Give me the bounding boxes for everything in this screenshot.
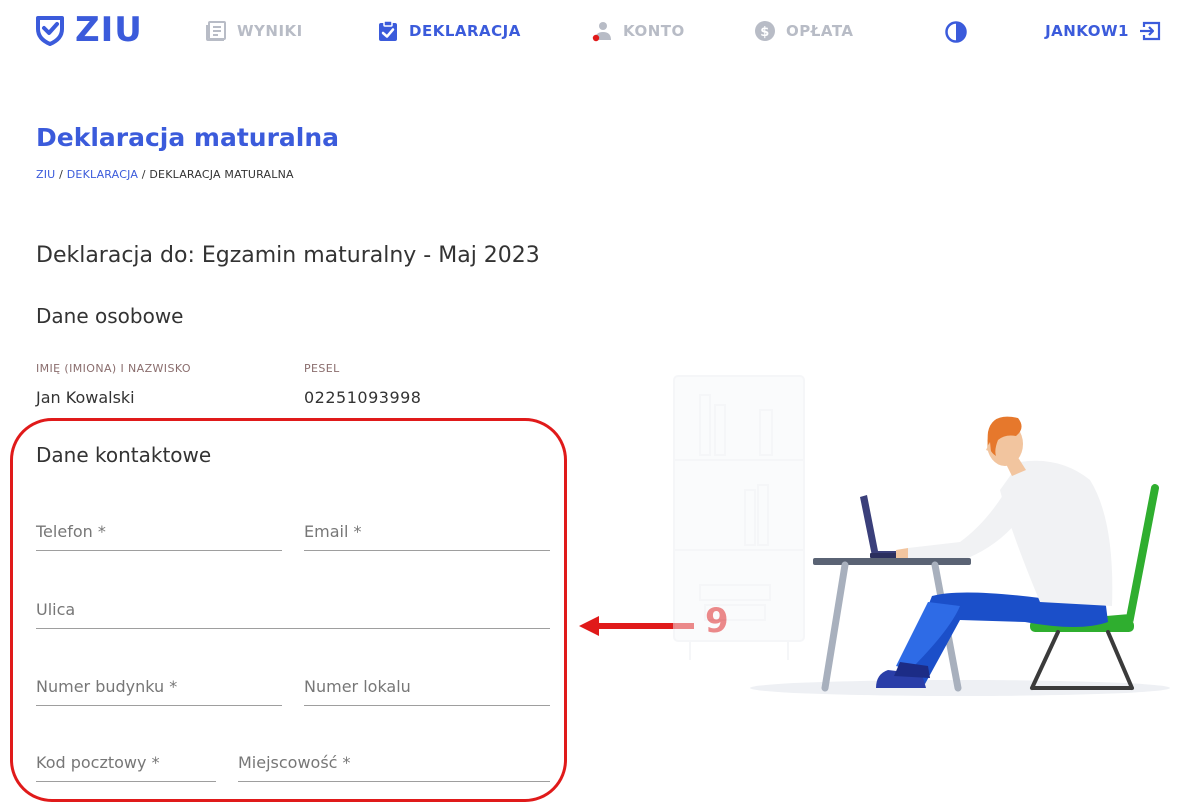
personal-data-title: Dane osobowe (36, 304, 184, 328)
svg-text:$: $ (760, 25, 770, 40)
nav-label: OPŁATA (786, 22, 854, 40)
nav-item-oplata[interactable]: $ OPŁATA (754, 18, 854, 44)
nav-item-konto[interactable]: KONTO (591, 18, 685, 44)
nav-label: WYNIKI (237, 22, 303, 40)
breadcrumb-link-deklaracja[interactable]: DEKLARACJA (67, 168, 138, 181)
breadcrumb-current: DEKLARACJA MATURALNA (149, 168, 294, 181)
pesel-value: 02251093998 (304, 388, 422, 407)
nav-item-deklaracja[interactable]: DEKLARACJA (377, 18, 521, 44)
person-at-laptop-illustration (673, 375, 1170, 696)
page-title: Deklaracja maturalna (36, 123, 340, 152)
logout-icon[interactable] (1139, 20, 1161, 42)
logo-text: ZIU (75, 10, 143, 50)
breadcrumb-link-ziu[interactable]: ZIU (36, 168, 55, 181)
pesel-label: PESEL (304, 362, 340, 375)
nav-label: DEKLARACJA (409, 22, 521, 40)
name-value: Jan Kowalski (36, 388, 135, 407)
ziu-logo[interactable]: ZIU (33, 10, 143, 50)
contrast-icon (945, 21, 967, 43)
clipboard-check-icon (379, 20, 397, 41)
user-menu[interactable]: JANKOW1 (1045, 18, 1161, 44)
declaration-for-heading: Deklaracja do: Egzamin maturalny - Maj 2… (36, 243, 540, 268)
newspaper-icon (206, 21, 226, 41)
annotation-highlight-box (10, 418, 567, 802)
user-icon (592, 22, 611, 42)
breadcrumb-separator: / (59, 168, 67, 181)
name-label: IMIĘ (IMIONA) I NAZWISKO (36, 362, 191, 375)
shield-check-icon (36, 16, 64, 46)
username: JANKOW1 (1045, 22, 1129, 40)
contrast-toggle[interactable] (945, 21, 967, 47)
nav-item-wyniki[interactable]: WYNIKI (205, 18, 303, 44)
dollar-coin-icon: $ (755, 21, 775, 41)
nav-label: KONTO (623, 22, 685, 40)
breadcrumb: ZIU / DEKLARACJA / DEKLARACJA MATURALNA (36, 168, 294, 181)
